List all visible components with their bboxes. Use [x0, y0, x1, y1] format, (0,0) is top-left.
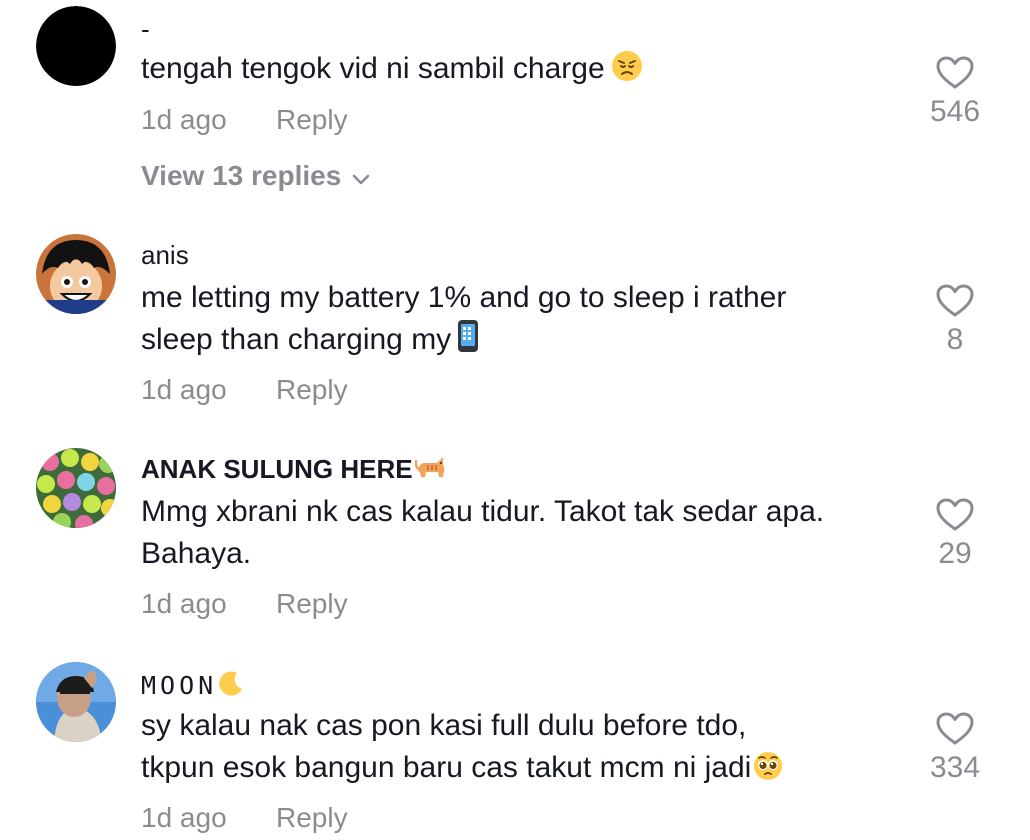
comment-text-line: tkpun esok bangun baru cas takut mcm ni … [141, 751, 752, 784]
comment-username-text: MOON [141, 671, 218, 700]
comment-text-line: Bahaya. [141, 537, 252, 570]
comment-meta: 1d ago Reply [141, 802, 348, 834]
heart-icon[interactable] [936, 56, 974, 90]
reply-button[interactable]: Reply [276, 588, 348, 620]
comment-time: 1d ago [141, 104, 227, 135]
comment-text-line: tengah tengok vid ni sambil charge [141, 52, 605, 85]
like-count: 29 [938, 537, 972, 570]
mobile-phone-icon [457, 319, 479, 365]
chevron-down-icon [351, 162, 371, 194]
comment-meta: 1d ago Reply [141, 588, 348, 620]
crescent-moon-icon [217, 669, 245, 704]
comment-time: 1d ago [141, 802, 227, 833]
comment-text: Mmg xbrani nk cas kalau tidur. Takot tak… [141, 491, 901, 575]
view-replies-button[interactable]: View 13 replies [141, 160, 371, 194]
comment-text-line: sy kalau nak cas pon kasi full dulu befo… [141, 709, 747, 742]
avatar[interactable] [36, 6, 116, 86]
avatar[interactable] [36, 234, 116, 314]
comment-meta: 1d ago Reply [141, 374, 348, 406]
comment-username-text: ANAK SULUNG HERE [141, 454, 413, 484]
comment-meta: 1d ago Reply [141, 104, 348, 136]
comment-text-line: Mmg xbrani nk cas kalau tidur. Takot tak… [141, 495, 825, 528]
comment-text-line: me letting my battery 1% and go to sleep… [141, 281, 787, 314]
like-count: 8 [946, 323, 964, 356]
disappointed-face-icon [611, 50, 643, 94]
cat-icon [414, 455, 447, 487]
comment-username[interactable]: MOON [141, 669, 245, 704]
pleading-face-icon [753, 751, 783, 793]
comment-username[interactable]: - [141, 14, 150, 44]
like-count: 546 [929, 95, 981, 128]
like-widget: 546 [920, 56, 990, 130]
reply-button[interactable]: Reply [276, 374, 348, 406]
heart-icon[interactable] [936, 284, 974, 318]
comment-text: tengah tengok vid ni sambil charge [141, 48, 901, 94]
heart-icon[interactable] [936, 498, 974, 532]
reply-button[interactable]: Reply [276, 802, 348, 834]
comment-text-line: sleep than charging my [141, 323, 452, 356]
comment-text: sy kalau nak cas pon kasi full dulu befo… [141, 705, 901, 793]
comment-username[interactable]: ANAK SULUNG HERE [141, 454, 447, 487]
reply-button[interactable]: Reply [276, 104, 348, 136]
comment-time: 1d ago [141, 588, 227, 619]
avatar[interactable] [36, 448, 116, 528]
comment-text-line-2: tkpun esok bangun baru cas takut mcm ni … [141, 747, 901, 793]
avatar[interactable] [36, 662, 116, 742]
comment-text: me letting my battery 1% and go to sleep… [141, 277, 901, 365]
comment-text-line-2: sleep than charging my [141, 319, 901, 365]
view-replies-label: View 13 replies [141, 160, 342, 191]
comment-time: 1d ago [141, 374, 227, 405]
like-widget: 29 [920, 498, 990, 572]
heart-icon[interactable] [936, 712, 974, 746]
like-widget: 8 [920, 284, 990, 358]
like-count: 334 [929, 751, 981, 784]
like-widget: 334 [920, 712, 990, 786]
comment-username[interactable]: anis [141, 240, 189, 270]
comments-panel: - tengah tengok vid ni sambil charge 1d … [0, 0, 1030, 840]
